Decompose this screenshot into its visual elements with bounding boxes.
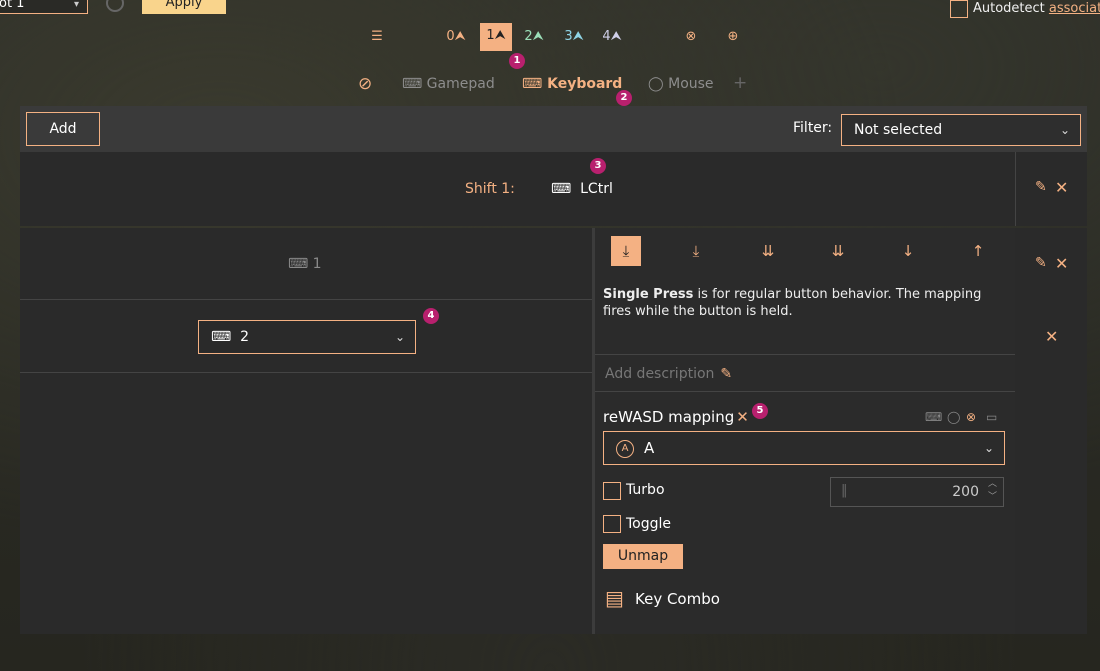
filter-select[interactable]: Not selected ⌄ <box>841 114 1081 146</box>
turbo-speed-value: 200 <box>952 484 979 500</box>
mapping-select-value: A <box>644 439 655 457</box>
mouse-icon: ◯ <box>648 76 664 92</box>
tab-mouse-label: Mouse <box>668 76 714 92</box>
unmap-button[interactable]: Unmap <box>603 544 683 569</box>
tab-gamepad[interactable]: ⌨ Gamepad <box>402 76 495 92</box>
filter-label: Filter: <box>793 120 833 136</box>
pencil-icon: ✎ <box>720 366 733 382</box>
a-button-icon: A <box>616 439 634 458</box>
xbox-icon[interactable]: ⊗ <box>966 410 976 424</box>
tab-keyboard-label: Keyboard <box>547 76 623 92</box>
shift-label: Shift 1: <box>465 181 515 197</box>
shift-2-icon[interactable]: 2⮝ <box>521 24 547 50</box>
autodetect-associate-link[interactable]: associate <box>1049 1 1100 16</box>
mapping-key-label: 2 <box>240 329 250 345</box>
xbox-icon[interactable]: ⊗ <box>678 24 704 50</box>
gamepad-icon: ⌨ <box>402 76 423 92</box>
shift-3-icon[interactable]: 3⮝ <box>561 24 587 50</box>
shift-key-label: LCtrl <box>580 181 613 197</box>
triple-press-icon[interactable]: ⇊ <box>823 236 853 266</box>
shift-1-icon[interactable]: 1⮝ <box>480 23 512 51</box>
mapping-key: ⌨ 1 <box>288 256 322 272</box>
mapping-area: ⌨ 1 4 ⌨ 2 ⌄ ⤓ ⤓ ⇊ ⇊ ↓ ↑ Single Press is … <box>20 228 1087 634</box>
start-press-icon[interactable]: ↓ <box>893 236 923 266</box>
badge-5: 5 <box>752 403 768 419</box>
list-icon[interactable]: ☰ <box>366 24 388 50</box>
mapping-list: ⌨ 1 4 ⌨ 2 ⌄ <box>20 228 592 634</box>
tab-mouse[interactable]: ◯ Mouse <box>648 76 714 92</box>
mapping-row[interactable]: 4 ⌨ 2 ⌄ <box>20 300 592 373</box>
toggle-checkbox[interactable] <box>603 515 621 533</box>
keyboard-icon: ⌨ <box>211 329 232 345</box>
mapping-key-select[interactable]: ⌨ 2 ⌄ <box>198 320 416 354</box>
shift-row: 3 Shift 1: ⌨ LCtrl ✎ ✕ <box>20 152 1087 226</box>
shift-key[interactable]: ⌨ LCtrl <box>551 181 613 197</box>
shift-0-icon[interactable]: 0⮝ <box>443 24 469 50</box>
mouse-icon[interactable]: ◯ <box>947 410 960 424</box>
chevron-down-icon: ⌄ <box>983 441 994 455</box>
shift-4-icon[interactable]: 4⮝ <box>599 24 625 50</box>
stepper-icon[interactable]: ︿ ﹀ <box>988 478 997 504</box>
mapping-select[interactable]: AA ⌄ <box>603 431 1005 465</box>
target-icon[interactable] <box>106 0 124 12</box>
toggle-label: Toggle <box>626 516 672 532</box>
divider <box>1015 152 1016 226</box>
add-description[interactable]: Add description ✎ <box>605 366 732 382</box>
release-icon[interactable]: ↑ <box>963 236 993 266</box>
autodetect-label: Autodetect associate <box>973 1 1100 16</box>
keyboard-icon: ⌨ <box>288 256 309 272</box>
chevron-down-icon: ▾ <box>73 0 79 10</box>
press-type-description: Single Press is for regular button behav… <box>603 286 1003 320</box>
turbo-checkbox[interactable] <box>603 482 621 500</box>
single-press-icon[interactable]: ⤓ <box>611 236 641 266</box>
keyboard-icon: ⌨ <box>551 181 572 197</box>
toolbar: Add Filter: Not selected ⌄ <box>20 106 1087 152</box>
filter-select-value: Not selected <box>854 122 943 138</box>
autodetect-checkbox[interactable] <box>950 0 968 18</box>
turbo-label: Turbo <box>626 482 665 498</box>
badge-4: 4 <box>423 308 439 324</box>
config-select[interactable]: ot 1 ▾ <box>0 0 88 14</box>
key-combo-icon[interactable]: ▤ <box>605 586 624 610</box>
keyboard-icon: ⌨ <box>522 76 543 92</box>
keyboard-icon[interactable]: ⌨ <box>925 410 942 424</box>
press-type-selector: ⤓ ⤓ ⇊ ⇊ ↓ ↑ <box>595 236 1015 266</box>
chevron-down-icon: ⌄ <box>1059 123 1070 137</box>
slider-icon: ‖ <box>841 483 848 498</box>
add-description-label: Add description <box>605 366 715 382</box>
long-press-icon[interactable]: ⤓ <box>681 236 711 266</box>
apply-button[interactable]: Apply <box>142 0 226 14</box>
edit-icon[interactable]: ✎ <box>1035 255 1047 271</box>
config-select-value: ot 1 <box>0 0 25 11</box>
mapping-key-label: 1 <box>312 256 322 272</box>
turbo-speed-input[interactable]: ‖ 200 ︿ ﹀ <box>830 477 1004 507</box>
chevron-down-icon: ⌄ <box>394 330 405 344</box>
add-device-button[interactable]: + <box>733 73 747 93</box>
key-combo-label[interactable]: Key Combo <box>635 590 720 608</box>
rewasd-mapping-header: reWASD mapping ✕ <box>603 408 749 426</box>
tab-gamepad-label: Gamepad <box>426 76 495 92</box>
close-icon[interactable]: ✕ <box>736 408 749 426</box>
mapping-detail-panel: ⤓ ⤓ ⇊ ⇊ ↓ ↑ Single Press is for regular … <box>595 228 1015 634</box>
rewasd-mapping-label: reWASD mapping <box>603 408 735 426</box>
close-icon[interactable]: ✕ <box>1045 327 1058 346</box>
mapping-row[interactable]: ⌨ 1 <box>20 228 592 300</box>
close-icon[interactable]: ✕ <box>1055 254 1068 273</box>
double-press-icon[interactable]: ⇊ <box>753 236 783 266</box>
add-button[interactable]: Add <box>26 112 100 146</box>
tab-keyboard[interactable]: ⌨ Keyboard <box>522 76 622 92</box>
badge-1: 1 <box>509 53 525 69</box>
hide-unmapped-icon[interactable]: ⊘ <box>358 74 372 94</box>
badge-2: 2 <box>616 90 632 106</box>
press-type-name: Single Press <box>603 287 694 302</box>
close-icon[interactable]: ✕ <box>1055 178 1068 197</box>
badge-3: 3 <box>590 158 606 174</box>
terminal-icon[interactable]: ▭ <box>986 410 997 424</box>
autodetect-text: Autodetect <box>973 1 1049 16</box>
add-controller-icon[interactable]: ⊕ <box>720 24 746 50</box>
edit-icon[interactable]: ✎ <box>1035 179 1047 195</box>
divider <box>595 391 1015 392</box>
divider <box>595 354 1015 355</box>
